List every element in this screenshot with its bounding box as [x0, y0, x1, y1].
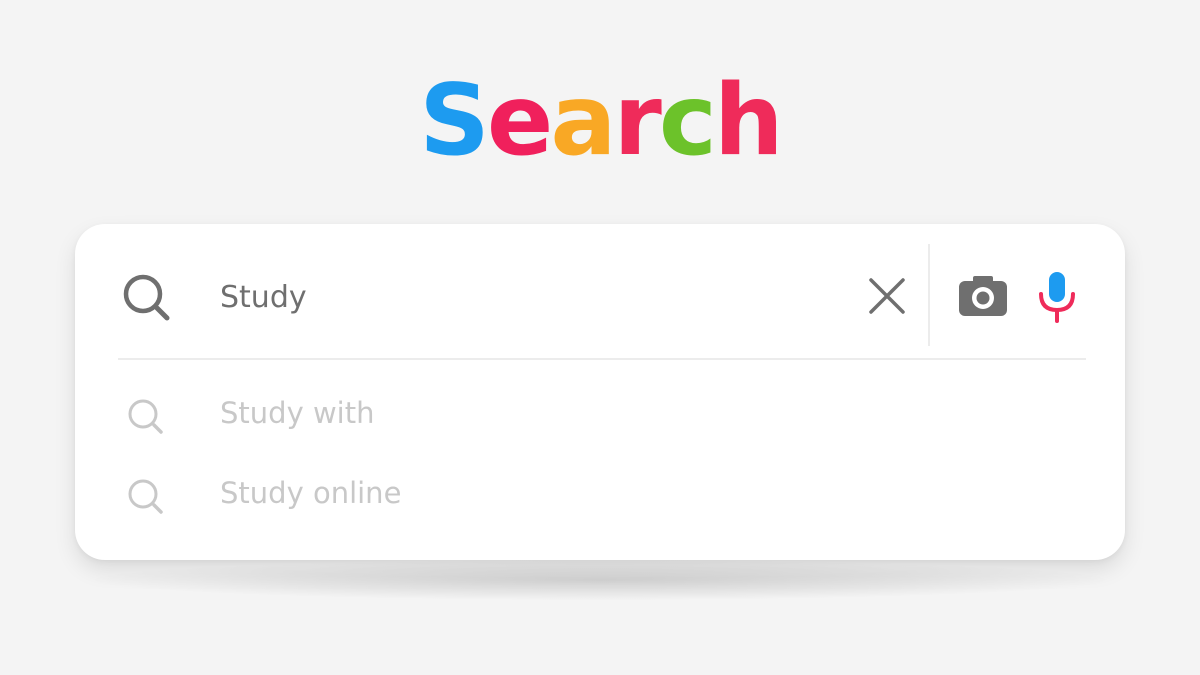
suggestion-label: Study online	[220, 476, 402, 510]
suggestion-item[interactable]: Study with	[75, 380, 1125, 450]
logo-letter: h	[713, 64, 784, 178]
search-card: Study with Study online	[75, 224, 1125, 560]
search-icon	[123, 274, 170, 321]
search-icon	[128, 479, 163, 514]
logo: Search	[0, 72, 1200, 170]
logo-letter: S	[419, 64, 490, 178]
camera-icon[interactable]	[957, 274, 1009, 318]
suggestion-item[interactable]: Study online	[75, 460, 1125, 530]
search-input[interactable]	[220, 274, 820, 320]
search-bar	[75, 224, 1125, 358]
close-icon[interactable]	[867, 276, 907, 316]
logo-letter: r	[613, 64, 661, 178]
card-shadow	[95, 560, 1105, 600]
microphone-icon[interactable]	[1035, 270, 1079, 324]
search-icon	[128, 399, 163, 434]
suggestion-label: Study with	[220, 396, 375, 430]
logo-letter: a	[550, 64, 616, 178]
logo-letter: c	[658, 64, 717, 178]
horizontal-divider	[118, 358, 1086, 360]
logo-letter: e	[486, 64, 553, 178]
vertical-divider	[928, 244, 930, 346]
